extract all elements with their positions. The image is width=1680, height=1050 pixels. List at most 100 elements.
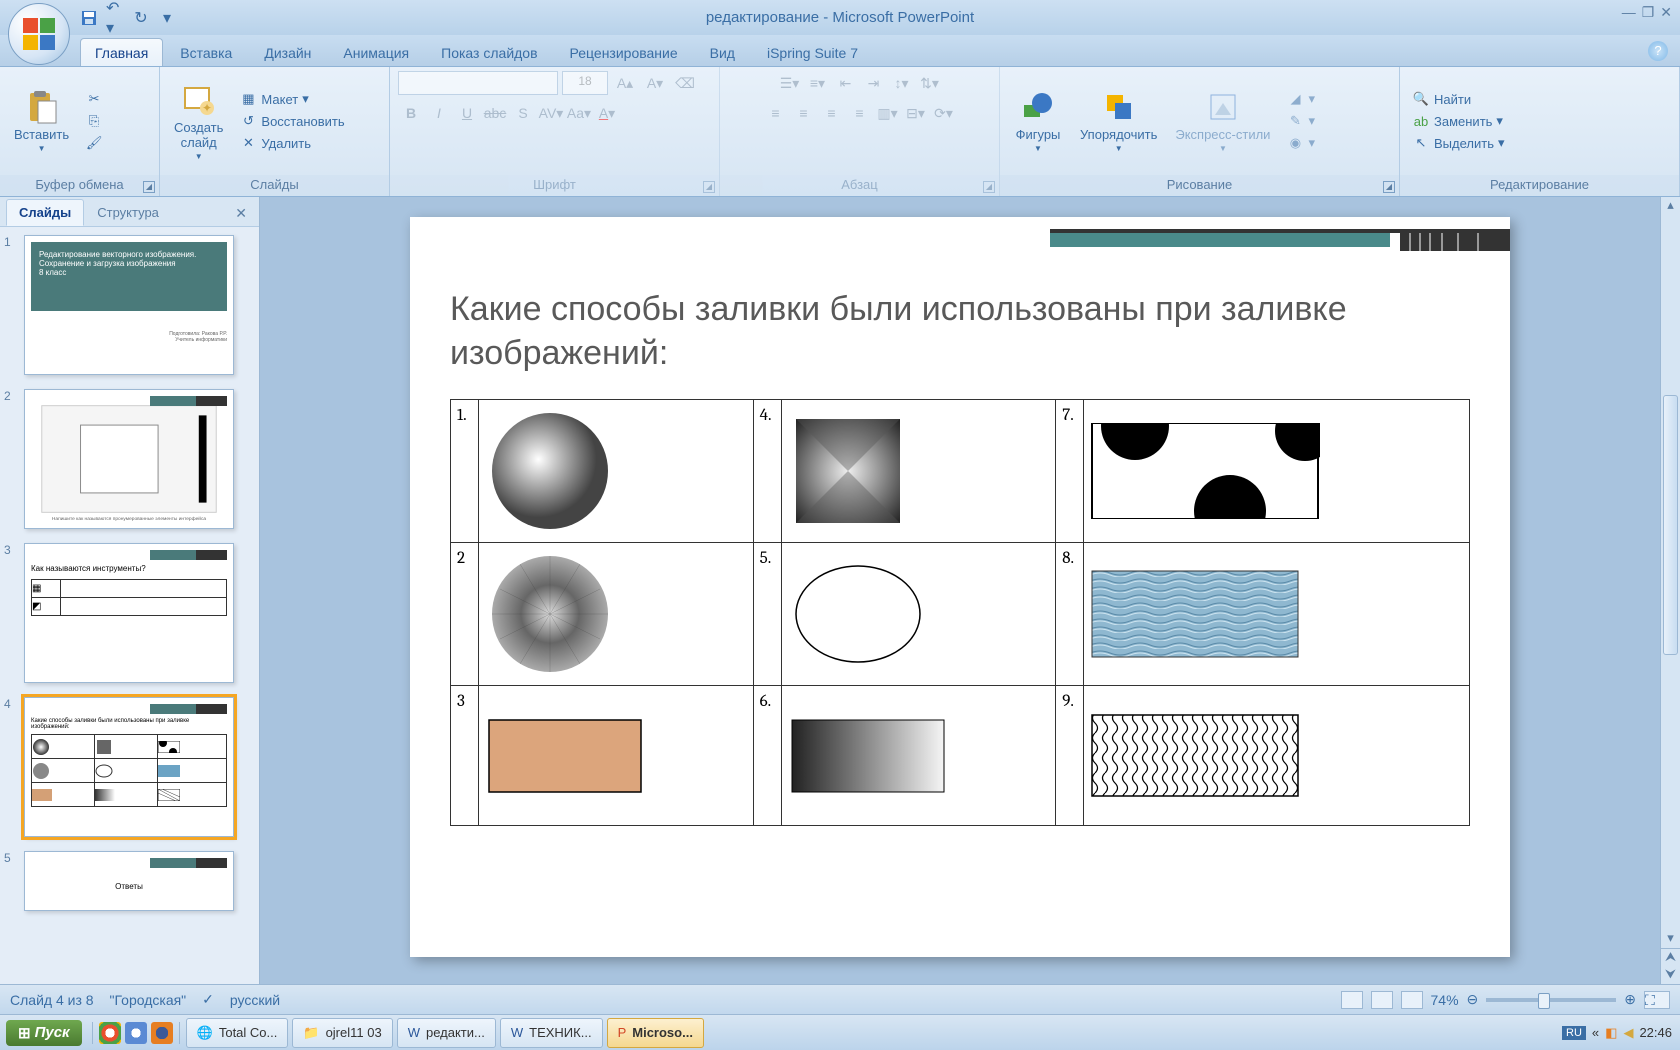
thumbnail-item[interactable]: 5 Ответы (4, 851, 255, 911)
scroll-up-icon[interactable]: ▴ (1661, 197, 1680, 215)
char-spacing-icon[interactable]: AV▾ (538, 101, 564, 125)
underline-icon[interactable]: U (454, 101, 480, 125)
tab-view[interactable]: Вид (695, 38, 750, 66)
next-slide-icon[interactable]: ⮟ (1661, 966, 1680, 984)
font-size-combo[interactable]: 18 (562, 71, 608, 95)
italic-icon[interactable]: I (426, 101, 452, 125)
paragraph-launcher-icon[interactable]: ◢ (983, 181, 995, 193)
qat-more-icon[interactable]: ▾ (158, 9, 176, 27)
zoom-slider[interactable] (1486, 998, 1616, 1002)
task-item[interactable]: Wредакти... (397, 1018, 496, 1048)
task-item[interactable]: 🌐Total Co... (186, 1018, 289, 1048)
thumb-5[interactable]: Ответы (24, 851, 234, 911)
align-text-icon[interactable]: ⊟▾ (903, 101, 929, 125)
thumb-1[interactable]: Редактирование векторного изображения. С… (24, 235, 234, 375)
help-icon[interactable]: ? (1648, 41, 1668, 61)
minimize-icon[interactable]: ― (1622, 4, 1636, 21)
thumbnail-item[interactable]: 3 Как называются инструменты? ▦◩ (4, 543, 255, 683)
firefox-icon[interactable] (151, 1022, 173, 1044)
arrange-button[interactable]: Упорядочить▼ (1074, 87, 1163, 155)
tab-review[interactable]: Рецензирование (555, 38, 693, 66)
chromium-icon[interactable] (125, 1022, 147, 1044)
thumbnails-list[interactable]: 1 Редактирование векторного изображения.… (0, 227, 259, 984)
task-item[interactable]: 📁ojrel11 03 (292, 1018, 392, 1048)
zoom-out-icon[interactable]: ⊖ (1467, 991, 1479, 1008)
sorter-view-icon[interactable] (1371, 991, 1393, 1009)
align-right-icon[interactable]: ≡ (819, 101, 845, 125)
tab-insert[interactable]: Вставка (165, 38, 247, 66)
numbering-icon[interactable]: ≡▾ (805, 71, 831, 95)
tray-icon[interactable]: ◧ (1605, 1025, 1617, 1041)
shape-fill-button[interactable]: ◢▾ (1282, 89, 1319, 109)
delete-button[interactable]: ✕Удалить (235, 133, 348, 153)
tab-slideshow[interactable]: Показ слайдов (426, 38, 552, 66)
indent-inc-icon[interactable]: ⇥ (861, 71, 887, 95)
zoom-in-icon[interactable]: ⊕ (1624, 991, 1636, 1008)
shape-outline-button[interactable]: ✎▾ (1282, 111, 1319, 131)
grow-font-icon[interactable]: A▴ (612, 71, 638, 95)
thumb-4[interactable]: Какие способы заливки были использованы … (24, 697, 234, 837)
select-button[interactable]: ↖Выделить ▾ (1408, 133, 1509, 153)
language-indicator[interactable]: RU (1562, 1026, 1586, 1040)
task-item[interactable]: WТЕХНИК... (500, 1018, 603, 1048)
scroll-down-icon[interactable]: ▾ (1661, 930, 1680, 948)
line-spacing-icon[interactable]: ↕▾ (889, 71, 915, 95)
close-icon[interactable]: ✕ (1660, 4, 1672, 21)
bullets-icon[interactable]: ☰▾ (777, 71, 803, 95)
justify-icon[interactable]: ≡ (847, 101, 873, 125)
shadow-icon[interactable]: S (510, 101, 536, 125)
restore-icon[interactable]: ❐ (1642, 4, 1655, 21)
reset-button[interactable]: ↺Восстановить (235, 111, 348, 131)
slideshow-view-icon[interactable] (1401, 991, 1423, 1009)
slide-canvas[interactable]: Какие способы заливки были использованы … (410, 217, 1510, 957)
tab-design[interactable]: Дизайн (249, 38, 326, 66)
status-language[interactable]: русский (230, 992, 280, 1008)
align-left-icon[interactable]: ≡ (763, 101, 789, 125)
align-center-icon[interactable]: ≡ (791, 101, 817, 125)
scroll-thumb[interactable] (1663, 395, 1678, 655)
clipboard-launcher-icon[interactable]: ◢ (143, 181, 155, 193)
task-item-active[interactable]: PMicroso... (607, 1018, 704, 1048)
tray-icon[interactable]: ◀ (1623, 1025, 1633, 1041)
tab-ispring[interactable]: iSpring Suite 7 (752, 38, 873, 66)
panel-close-icon[interactable]: ✕ (229, 201, 253, 226)
layout-button[interactable]: ▦Макет ▾ (235, 89, 348, 109)
panel-tab-outline[interactable]: Структура (84, 199, 172, 226)
tray-expand-icon[interactable]: « (1592, 1025, 1599, 1040)
tab-animation[interactable]: Анимация (328, 38, 424, 66)
panel-tab-slides[interactable]: Слайды (6, 199, 84, 226)
cut-button[interactable]: ✂ (81, 89, 107, 109)
slide-editor[interactable]: Какие способы заливки были использованы … (260, 197, 1660, 984)
smartart-icon[interactable]: ⟳▾ (931, 101, 957, 125)
indent-dec-icon[interactable]: ⇤ (833, 71, 859, 95)
office-button[interactable] (8, 3, 70, 65)
start-button[interactable]: ⊞ Пуск (6, 1020, 82, 1046)
new-slide-button[interactable]: ✦ Создать слайд ▼ (168, 80, 229, 163)
paste-button[interactable]: Вставить ▼ (8, 87, 75, 155)
columns-icon[interactable]: ▥▾ (875, 101, 901, 125)
thumbnail-item[interactable]: 4 Какие способы заливки были использован… (4, 697, 255, 837)
chrome-icon[interactable] (99, 1022, 121, 1044)
shape-effects-button[interactable]: ◉▾ (1282, 133, 1319, 153)
shapes-button[interactable]: Фигуры▼ (1008, 87, 1068, 155)
font-launcher-icon[interactable]: ◢ (703, 181, 715, 193)
redo-icon[interactable]: ↻ (132, 9, 150, 27)
clear-format-icon[interactable]: ⌫ (672, 71, 698, 95)
copy-button[interactable]: ⎘ (81, 111, 107, 131)
thumbnail-item[interactable]: 2 Напишите как называются пронумерованны… (4, 389, 255, 529)
undo-icon[interactable]: ↶ ▾ (106, 9, 124, 27)
thumb-2[interactable]: Напишите как называются пронумерованные … (24, 389, 234, 529)
normal-view-icon[interactable] (1341, 991, 1363, 1009)
drawing-launcher-icon[interactable]: ◢ (1383, 181, 1395, 193)
strike-icon[interactable]: abc (482, 101, 508, 125)
replace-button[interactable]: abЗаменить ▾ (1408, 111, 1509, 131)
clock[interactable]: 22:46 (1639, 1025, 1672, 1040)
shrink-font-icon[interactable]: A▾ (642, 71, 668, 95)
prev-slide-icon[interactable]: ⮝ (1661, 948, 1680, 966)
fit-window-icon[interactable]: ⛶ (1644, 991, 1670, 1009)
bold-icon[interactable]: B (398, 101, 424, 125)
fill-examples-table[interactable]: 1. 4. 7. 2 (450, 399, 1470, 826)
thumbnail-item[interactable]: 1 Редактирование векторного изображения.… (4, 235, 255, 375)
font-family-combo[interactable] (398, 71, 558, 95)
tab-home[interactable]: Главная (80, 38, 163, 66)
